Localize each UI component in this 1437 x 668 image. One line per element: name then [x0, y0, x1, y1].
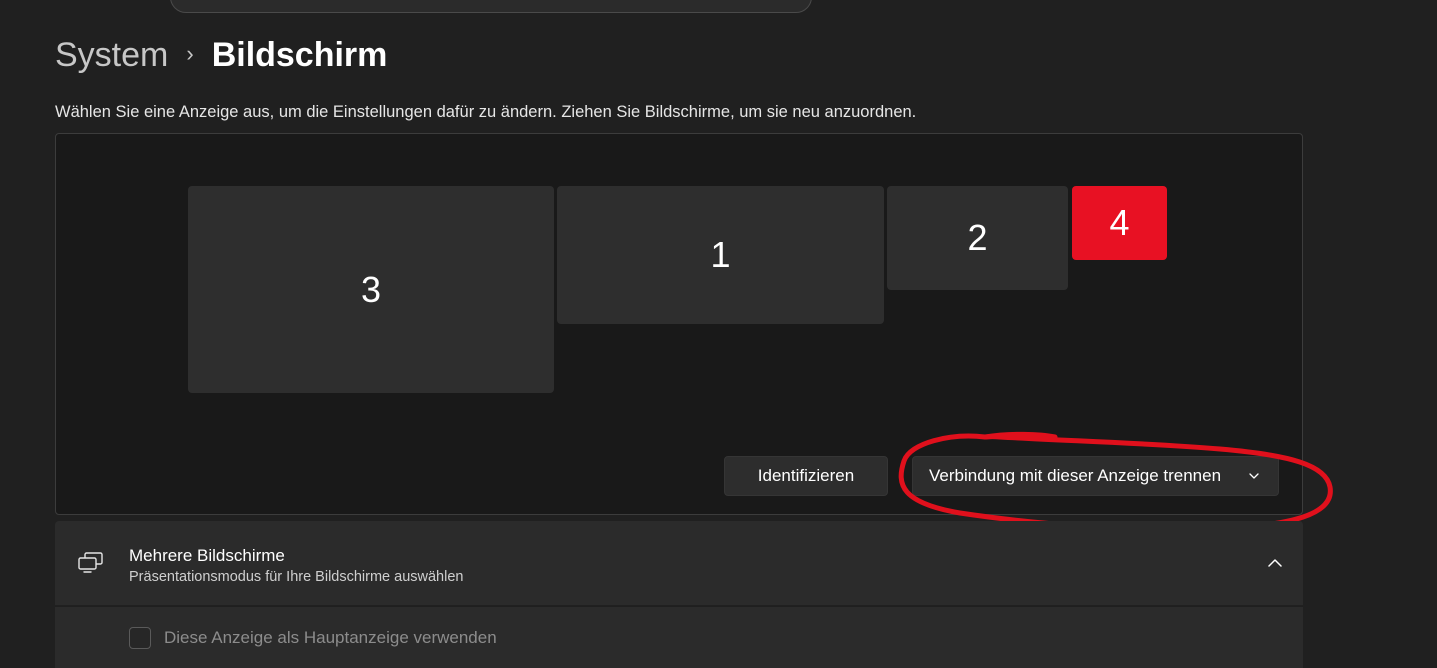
chevron-right-icon: ›	[186, 41, 194, 66]
page-title: Bildschirm	[211, 35, 388, 74]
display-arrangement-panel: 3 1 2 4 Identifizieren Verbindung mit di…	[55, 133, 1303, 515]
section-subtitle: Präsentationsmodus für Ihre Bildschirme …	[129, 569, 464, 585]
multiple-displays-icon	[78, 552, 103, 573]
primary-display-checkbox[interactable]	[129, 627, 151, 649]
section-title: Mehrere Bildschirme	[129, 546, 285, 565]
breadcrumb: System › Bildschirm	[55, 33, 387, 77]
primary-display-checkbox-label: Diese Anzeige als Hauptanzeige verwenden	[164, 628, 497, 647]
identify-button[interactable]: Identifizieren	[724, 456, 888, 496]
monitor-4-selected[interactable]: 4	[1072, 186, 1167, 260]
disconnect-button-label: Verbindung mit dieser Anzeige trennen	[929, 466, 1222, 485]
search-box[interactable]	[170, 0, 812, 13]
breadcrumb-system[interactable]: System	[55, 36, 168, 75]
monitor-3[interactable]: 3	[188, 186, 554, 393]
settings-page: System › Bildschirm Wählen Sie eine Anze…	[0, 0, 1437, 668]
disconnect-display-dropdown[interactable]: Verbindung mit dieser Anzeige trennen	[912, 456, 1279, 496]
multiple-displays-section-header[interactable]: Mehrere Bildschirme Präsentationsmodus f…	[55, 521, 1303, 605]
chevron-down-icon	[1249, 473, 1259, 479]
monitor-1[interactable]: 1	[557, 186, 884, 324]
monitor-2[interactable]: 2	[887, 186, 1068, 290]
multiple-displays-section-body: Diese Anzeige als Hauptanzeige verwenden	[55, 606, 1303, 668]
chevron-up-icon[interactable]	[1267, 556, 1283, 570]
instructions-text: Wählen Sie eine Anzeige aus, um die Eins…	[55, 103, 917, 121]
identify-button-label: Identifizieren	[757, 466, 855, 485]
